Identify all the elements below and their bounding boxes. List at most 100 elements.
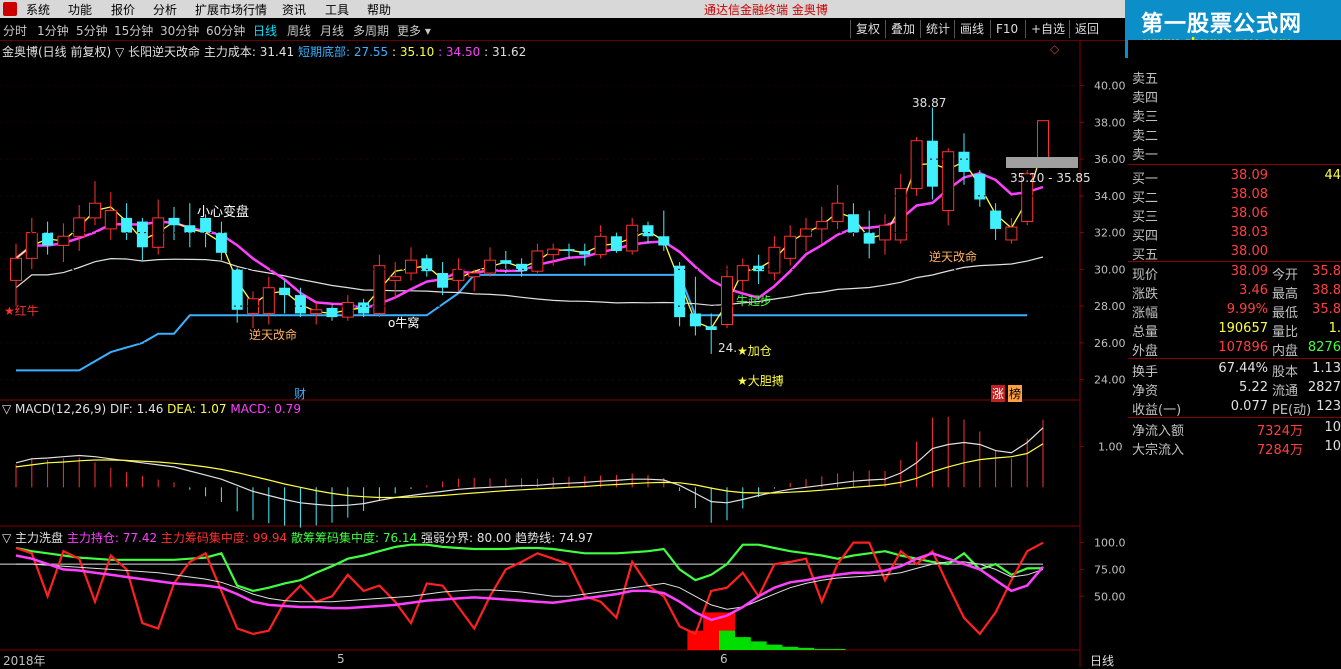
candle-body-up [784, 235, 797, 259]
buy-row-price: 38.09 [1230, 168, 1268, 183]
flow-value: 7324万 [1256, 424, 1303, 439]
period-weekly[interactable]: 周线 [287, 22, 311, 39]
period-30min[interactable]: 30分钟 [160, 22, 199, 39]
separator [1128, 164, 1341, 165]
careful-label: 小心变盘 [197, 205, 250, 220]
stat-value: 1. [1328, 321, 1341, 336]
reverse-label-2: 逆天改命 [929, 250, 978, 264]
price-tick-label: 28.00 [1094, 300, 1126, 313]
period-60min[interactable]: 60分钟 [206, 22, 245, 39]
candle-body-down [121, 217, 133, 233]
f10-button[interactable]: F10 [990, 20, 1023, 38]
period-1min[interactable]: 1分钟 [37, 22, 69, 39]
candle-body-up [57, 235, 70, 246]
buy-row-price: 38.06 [1230, 206, 1268, 221]
indicator-name[interactable]: ▽ 长阳逆天改命 [115, 45, 200, 59]
stat-value: 2827 [1307, 380, 1341, 395]
candle-body-down [42, 232, 54, 246]
candle-body-down [168, 217, 180, 226]
wash-label[interactable]: ▽ 主力洗盘 [2, 531, 63, 545]
menu-system[interactable]: 系统 [26, 1, 50, 18]
finance-marker[interactable]: 财 [294, 385, 306, 402]
period-timeshare[interactable]: 分时 [3, 22, 27, 39]
candle-body-down [358, 302, 370, 314]
menu-tools[interactable]: 工具 [325, 1, 349, 18]
price-tick-label: 30.00 [1094, 263, 1126, 276]
sell-row-label: 卖二 [1132, 129, 1159, 144]
wash-green-bar [829, 648, 846, 650]
period-5min[interactable]: 5分钟 [76, 22, 108, 39]
diamond-icon[interactable]: ◇ [1050, 42, 1059, 56]
buy-row-price: 38.08 [1230, 187, 1268, 202]
kline-chart[interactable]: 1.00 100.0 75.00 50.00 40.00 38.00 36.00 34.0… [0, 40, 1128, 667]
add-watchlist-button[interactable]: +自选 [1025, 20, 1070, 38]
menu-news[interactable]: 资讯 [282, 1, 306, 18]
candle-body-up [626, 224, 639, 252]
wash-green-bar [719, 630, 735, 650]
macd-label[interactable]: ▽ MACD(12,26,9) [2, 402, 106, 416]
buy-row-price: 38.00 [1230, 244, 1268, 259]
stat-label: 最低 [1272, 306, 1299, 321]
period-monthly[interactable]: 月线 [320, 22, 344, 39]
flow-value-2: 10 [1324, 439, 1341, 454]
candle-body-up [910, 140, 923, 189]
wash-green-bar [813, 648, 830, 650]
macd-dea-line [15, 443, 1044, 499]
header-value-2: : 35.10 [392, 45, 435, 59]
support-path [16, 273, 1028, 372]
price-tick-label: 36.00 [1094, 153, 1126, 166]
candles[interactable] [10, 107, 1049, 354]
flow-value: 7284万 [1256, 443, 1303, 458]
menu-function[interactable]: 功能 [68, 1, 92, 18]
candle-body-up [341, 301, 354, 318]
overlay-button[interactable]: 叠加 [885, 20, 920, 38]
stat-label: 涨跌 [1132, 287, 1159, 302]
period-more[interactable]: 更多 ▾ [397, 22, 431, 39]
ranking-marker[interactable]: 榜 [1008, 385, 1023, 402]
stat-value: 9.99% [1226, 302, 1268, 317]
period-multi[interactable]: 多周期 [353, 22, 389, 39]
stat-label: 内盘 [1272, 344, 1299, 359]
candle-body-up [831, 202, 844, 223]
add-position-label: ★加仓 [737, 344, 772, 358]
stat-label: 换手 [1132, 365, 1159, 380]
back-button[interactable]: 返回 [1069, 20, 1104, 38]
candle-body-down [674, 265, 686, 318]
period-daily[interactable]: 日线 [253, 22, 277, 39]
menu-extended-market[interactable]: 扩展市场行情 [195, 1, 267, 18]
candle-body-up [389, 276, 402, 281]
adjust-button[interactable]: 复权 [850, 20, 885, 38]
menu-help[interactable]: 帮助 [367, 1, 391, 18]
draw-line-button[interactable]: 画线 [954, 20, 989, 38]
sell-row-label: 卖四 [1132, 91, 1159, 106]
header-value-3: : 34.50 [438, 45, 481, 59]
menu-analysis[interactable]: 分析 [153, 1, 177, 18]
wash-trend: 趋势线: 74.97 [515, 531, 594, 545]
price-tick-label: 38.00 [1094, 116, 1126, 129]
period-15min[interactable]: 15分钟 [114, 22, 153, 39]
price-tick-label: 32.00 [1094, 227, 1126, 240]
stat-label: 流通 [1272, 384, 1299, 399]
candle-body-up [405, 259, 417, 274]
statistics-button[interactable]: 统计 [920, 20, 955, 38]
wash-green-bar [798, 647, 814, 650]
stat-value: 67.44% [1218, 361, 1268, 376]
stat-label: 收益(一) [1132, 403, 1182, 418]
stat-value: 1.13 [1312, 361, 1341, 376]
stat-label: 今开 [1272, 268, 1299, 283]
menu-quote[interactable]: 报价 [111, 1, 135, 18]
candle-body-down [642, 225, 654, 237]
candle-body-down [326, 307, 338, 318]
separator [1128, 358, 1341, 359]
stat-label: 涨幅 [1132, 306, 1159, 321]
flow-value-2: 10 [1324, 420, 1341, 435]
stat-value: 107896 [1218, 340, 1268, 355]
reverse-label-1: 逆天改命 [249, 328, 298, 342]
wash-green-bar [766, 644, 783, 650]
stat-value: 35.8 [1312, 264, 1341, 279]
candle-body-down [215, 232, 227, 253]
stat-value: 38.09 [1230, 264, 1268, 279]
buy-row-label: 买二 [1132, 191, 1159, 206]
limit-up-marker[interactable]: 涨 [991, 385, 1006, 402]
watermark-title: 第一股票公式网 [1141, 12, 1303, 37]
